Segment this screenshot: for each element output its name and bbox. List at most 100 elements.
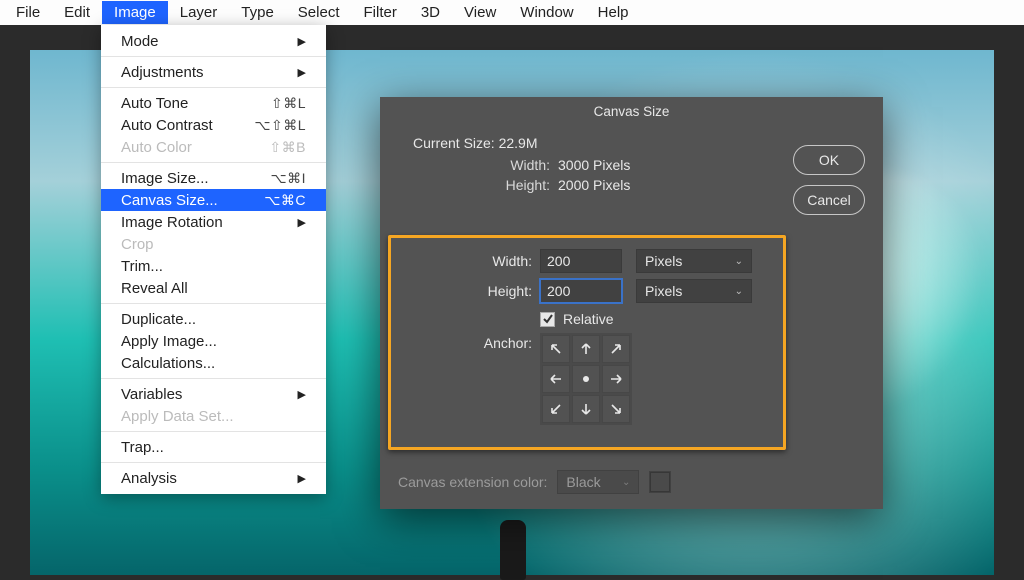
height-unit-select[interactable]: Pixels ⌄ — [636, 279, 752, 303]
menu-item-trap[interactable]: Trap... — [101, 436, 326, 458]
menubar-item-layer[interactable]: Layer — [168, 1, 230, 24]
menubar-item-help[interactable]: Help — [586, 1, 641, 24]
menu-item-label: Analysis — [121, 470, 298, 487]
menu-separator — [101, 378, 326, 379]
menu-item-label: Trap... — [121, 439, 306, 456]
dialog-title: Canvas Size — [380, 97, 883, 125]
menu-item-auto-tone[interactable]: Auto Tone⇧⌘L — [101, 92, 326, 114]
submenu-arrow-icon: ▶ — [298, 388, 306, 401]
menu-item-image-size[interactable]: Image Size...⌥⌘I — [101, 167, 326, 189]
cancel-button[interactable]: Cancel — [793, 185, 865, 215]
menu-item-label: Crop — [121, 236, 306, 253]
menu-item-label: Calculations... — [121, 355, 306, 372]
current-height-value: 2000 Pixels — [558, 177, 630, 193]
anchor-grid — [540, 333, 632, 425]
menubar-item-file[interactable]: File — [4, 1, 52, 24]
menu-item-label: Auto Color — [121, 139, 269, 156]
menu-separator — [101, 56, 326, 57]
menu-item-label: Adjustments — [121, 64, 298, 81]
menu-item-label: Duplicate... — [121, 311, 306, 328]
menu-separator — [101, 303, 326, 304]
menubar-item-3d[interactable]: 3D — [409, 1, 452, 24]
width-unit-value: Pixels — [645, 253, 682, 269]
chevron-down-icon: ⌄ — [735, 256, 743, 267]
anchor-nw[interactable] — [542, 335, 570, 363]
menu-item-variables[interactable]: Variables▶ — [101, 383, 326, 405]
relative-checkbox[interactable] — [540, 312, 555, 327]
current-width-value: 3000 Pixels — [558, 157, 630, 173]
anchor-ne[interactable] — [602, 335, 630, 363]
current-height-label: Height: — [398, 177, 558, 193]
anchor-n[interactable] — [572, 335, 600, 363]
menu-separator — [101, 162, 326, 163]
ok-button[interactable]: OK — [793, 145, 865, 175]
menu-item-mode[interactable]: Mode▶ — [101, 30, 326, 52]
menubar-item-select[interactable]: Select — [286, 1, 352, 24]
width-unit-select[interactable]: Pixels ⌄ — [636, 249, 752, 273]
menubar-item-window[interactable]: Window — [508, 1, 585, 24]
menu-item-shortcut: ⇧⌘B — [269, 139, 306, 156]
anchor-s[interactable] — [572, 395, 600, 423]
menu-separator — [101, 431, 326, 432]
menu-separator — [101, 87, 326, 88]
menu-item-auto-contrast[interactable]: Auto Contrast⌥⇧⌘L — [101, 114, 326, 136]
height-unit-value: Pixels — [645, 283, 682, 299]
image-menu-dropdown: Mode▶Adjustments▶Auto Tone⇧⌘LAuto Contra… — [101, 25, 326, 494]
extension-color-select[interactable]: Black ⌄ — [557, 470, 639, 494]
menu-item-shortcut: ⌥⌘I — [270, 170, 306, 187]
new-height-input[interactable] — [540, 279, 622, 303]
anchor-center[interactable] — [572, 365, 600, 393]
menu-item-canvas-size[interactable]: Canvas Size...⌥⌘C — [101, 189, 326, 211]
menu-item-shortcut: ⇧⌘L — [271, 95, 306, 112]
menubar: FileEditImageLayerTypeSelectFilter3DView… — [0, 0, 1024, 25]
menu-item-apply-data-set: Apply Data Set... — [101, 405, 326, 427]
canvas-size-dialog: Canvas Size Current Size: 22.9M Width: 3… — [380, 97, 883, 509]
submenu-arrow-icon: ▶ — [298, 35, 306, 48]
extension-color-swatch[interactable] — [649, 471, 671, 493]
menu-separator — [101, 462, 326, 463]
anchor-w[interactable] — [542, 365, 570, 393]
current-width-label: Width: — [398, 157, 558, 173]
menu-item-image-rotation[interactable]: Image Rotation▶ — [101, 211, 326, 233]
submenu-arrow-icon: ▶ — [298, 472, 306, 485]
chevron-down-icon: ⌄ — [735, 286, 743, 297]
menu-item-label: Mode — [121, 33, 298, 50]
menu-item-label: Apply Data Set... — [121, 408, 306, 425]
menu-item-crop: Crop — [101, 233, 326, 255]
menubar-item-type[interactable]: Type — [229, 1, 286, 24]
anchor-label: Anchor: — [392, 333, 540, 425]
menu-item-label: Variables — [121, 386, 298, 403]
menu-item-adjustments[interactable]: Adjustments▶ — [101, 61, 326, 83]
anchor-e[interactable] — [602, 365, 630, 393]
menu-item-label: Image Size... — [121, 170, 270, 187]
menu-item-apply-image[interactable]: Apply Image... — [101, 330, 326, 352]
menu-item-label: Auto Contrast — [121, 117, 254, 134]
submenu-arrow-icon: ▶ — [298, 216, 306, 229]
anchor-se[interactable] — [602, 395, 630, 423]
menubar-item-edit[interactable]: Edit — [52, 1, 102, 24]
menu-item-shortcut: ⌥⇧⌘L — [254, 117, 306, 134]
menubar-item-view[interactable]: View — [452, 1, 508, 24]
menu-item-label: Reveal All — [121, 280, 306, 297]
menu-item-label: Apply Image... — [121, 333, 306, 350]
new-height-label: Height: — [392, 283, 540, 299]
menu-item-calculations[interactable]: Calculations... — [101, 352, 326, 374]
menu-item-label: Trim... — [121, 258, 306, 275]
menubar-item-image[interactable]: Image — [102, 1, 168, 24]
menu-item-reveal-all[interactable]: Reveal All — [101, 277, 326, 299]
menu-item-analysis[interactable]: Analysis▶ — [101, 467, 326, 489]
new-width-label: Width: — [392, 253, 540, 269]
anchor-sw[interactable] — [542, 395, 570, 423]
new-width-input[interactable] — [540, 249, 622, 273]
relative-label: Relative — [563, 311, 614, 327]
submenu-arrow-icon: ▶ — [298, 66, 306, 79]
menu-item-duplicate[interactable]: Duplicate... — [101, 308, 326, 330]
menu-item-trim[interactable]: Trim... — [101, 255, 326, 277]
menubar-item-filter[interactable]: Filter — [352, 1, 409, 24]
extension-color-value: Black — [566, 474, 600, 490]
menu-item-label: Image Rotation — [121, 214, 298, 231]
extension-color-label: Canvas extension color: — [398, 474, 547, 490]
menu-item-shortcut: ⌥⌘C — [264, 192, 306, 209]
menu-item-label: Auto Tone — [121, 95, 271, 112]
menu-item-label: Canvas Size... — [121, 192, 264, 209]
